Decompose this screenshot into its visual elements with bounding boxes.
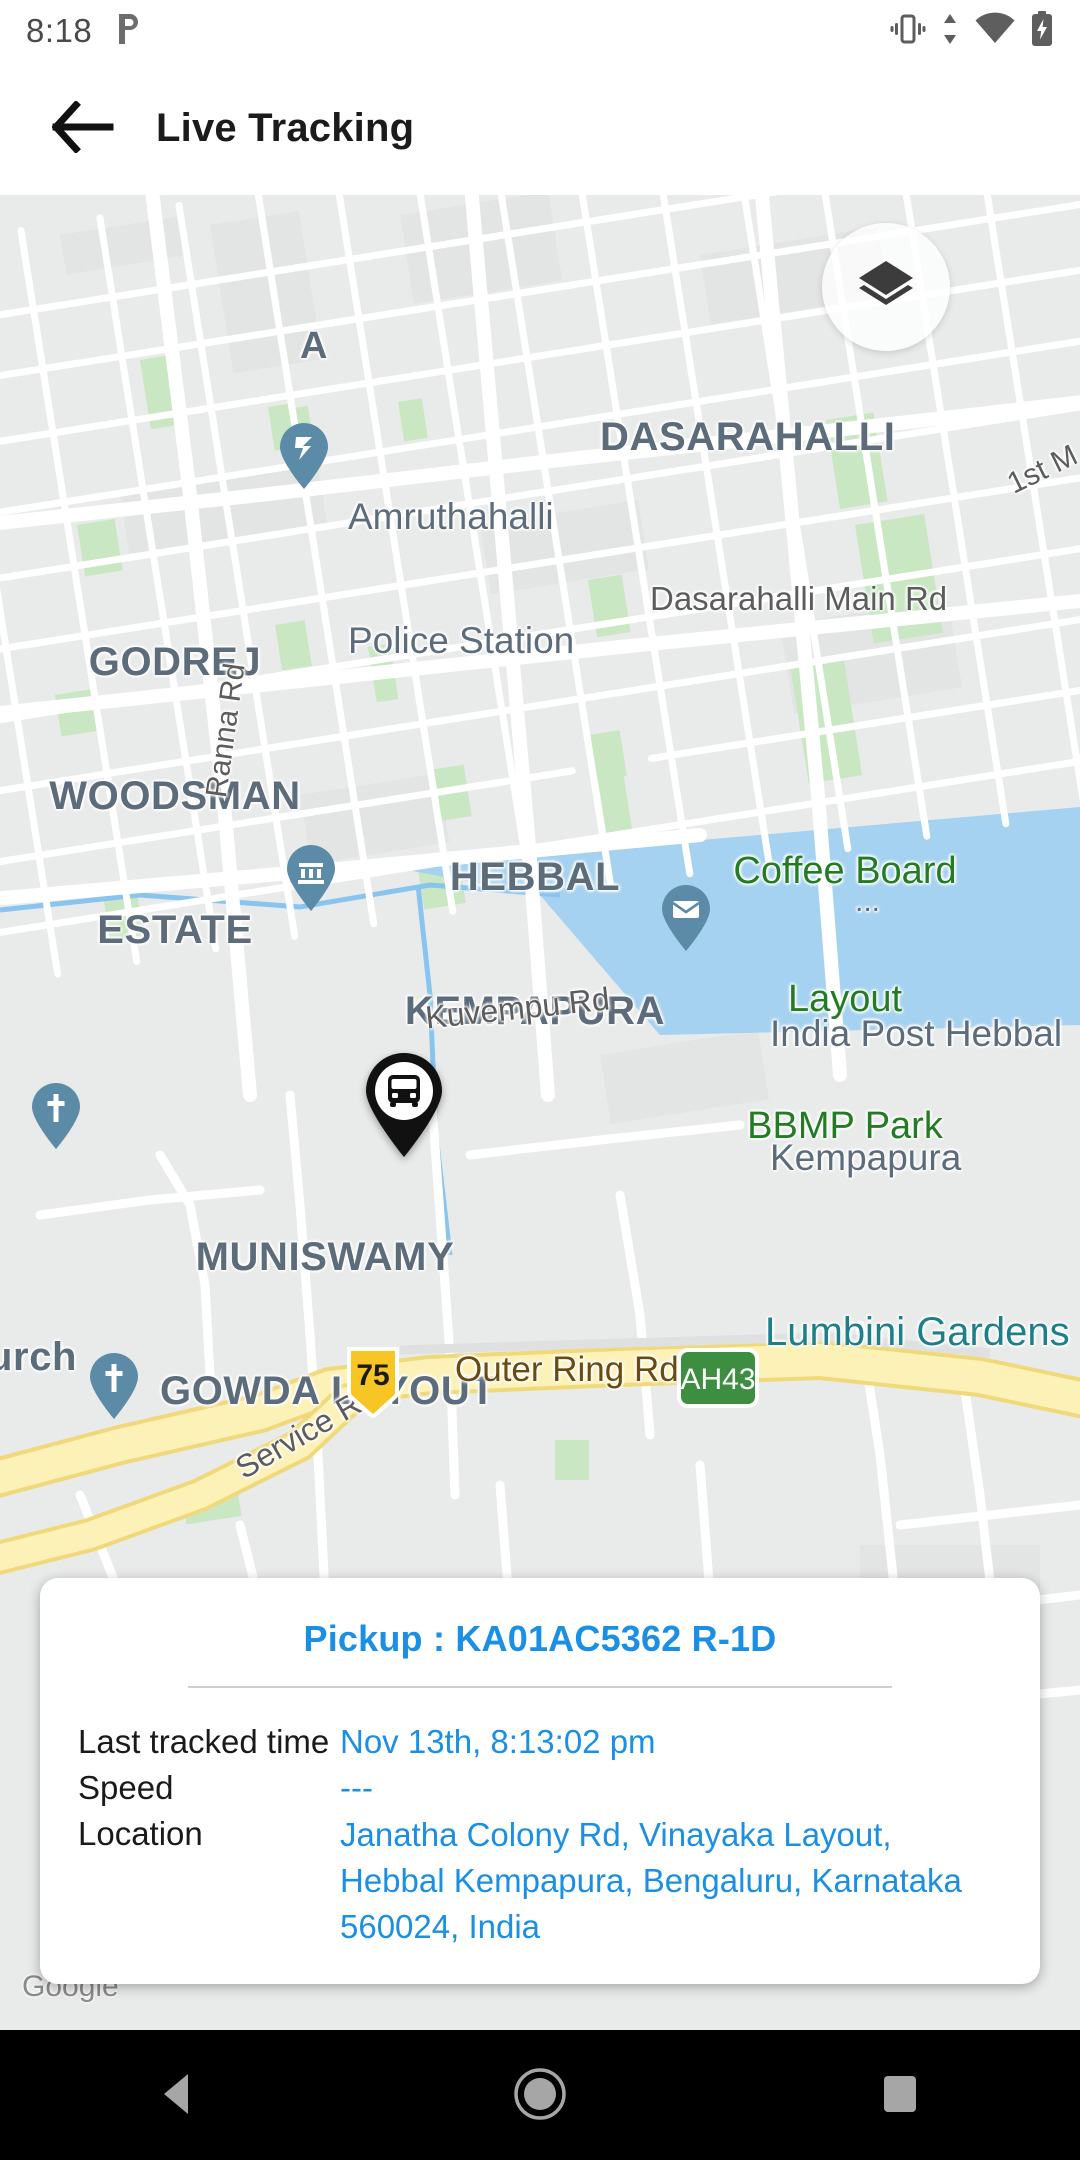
nav-recents-button[interactable] (820, 2030, 980, 2160)
data-transfer-icon (940, 12, 960, 51)
row-label-last-tracked-time: Last tracked time (78, 1723, 330, 1760)
highway-shield-label: 75 (356, 1359, 389, 1392)
row-value-location: Janatha Colony Rd, Vinayaka Layout, Hebb… (340, 1816, 962, 1945)
back-button[interactable] (28, 74, 138, 184)
police-station-pin[interactable] (278, 423, 330, 489)
row-value-last-tracked-time: Nov 13th, 8:13:02 pm (340, 1723, 656, 1760)
map-layers-button[interactable] (822, 223, 950, 351)
row-label-location: Location (78, 1815, 203, 1852)
nav-back-button[interactable] (100, 2030, 260, 2160)
bank-pin[interactable] (285, 845, 337, 911)
nav-home-button[interactable] (460, 2030, 620, 2160)
row-label-speed: Speed (78, 1769, 174, 1806)
android-navigation-bar (0, 2030, 1080, 2160)
status-bar-notification-icons (114, 12, 144, 51)
circle-home-icon (513, 2067, 567, 2124)
app-bar: Live Tracking (0, 62, 1080, 195)
square-recents-icon (878, 2072, 922, 2119)
battery-charging-icon (1030, 10, 1054, 52)
wifi-icon (974, 12, 1016, 51)
parking-p-icon (114, 12, 144, 51)
layers-icon (855, 255, 917, 320)
row-value-speed: --- (340, 1769, 373, 1806)
status-bar-clock: 8:18 (26, 12, 93, 49)
status-bar: 8:18 (0, 0, 1080, 62)
tracking-info-card: Pickup : KA01AC5362 R-1D Last tracked ti… (40, 1578, 1040, 1984)
page-title: Live Tracking (156, 106, 415, 150)
highway-shield-75: 75 (345, 1345, 401, 1424)
arrow-back-icon (51, 100, 114, 156)
bus-marker[interactable] (362, 1053, 446, 1159)
status-bar-system-icons (890, 10, 1054, 52)
triangle-back-icon (158, 2071, 202, 2120)
vibrate-icon (890, 12, 926, 51)
info-card-divider (188, 1686, 892, 1688)
phone-screen: 8:18 Live Tracking A Amruthahalli Police… (0, 0, 1080, 2160)
info-card-title: Pickup : KA01AC5362 R-1D (303, 1618, 777, 1659)
church-pin[interactable] (30, 1083, 82, 1149)
highway-shield-ah43: AH43 (676, 1347, 760, 1414)
highway-shield-label: AH43 (680, 1363, 755, 1396)
church-pin[interactable] (88, 1353, 140, 1419)
info-card-rows: Last tracked time Nov 13th, 8:13:02 pm S… (78, 1718, 1002, 1950)
post-office-pin[interactable] (660, 885, 712, 951)
